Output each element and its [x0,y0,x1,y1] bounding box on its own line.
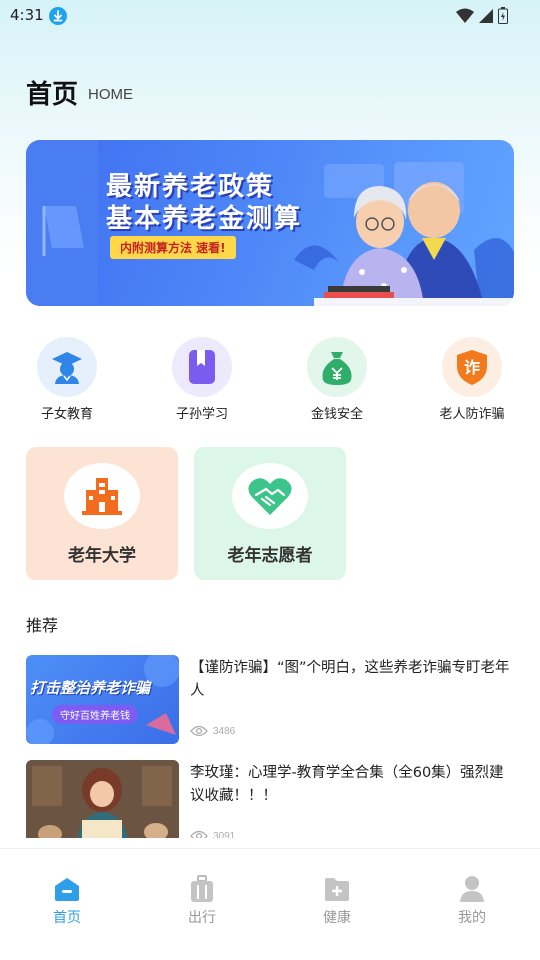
tab-mine[interactable]: 我的 [432,875,512,927]
medical-folder-icon [323,875,351,903]
senior-volunteer-card[interactable]: 老年志愿者 [194,447,346,580]
view-count-value: 3486 [213,725,236,737]
elderly-couple-illustration [294,162,514,306]
view-count: 3486 [190,725,235,737]
quick-link-label: 老人防诈骗 [439,407,505,422]
quick-link-label: 金钱安全 [310,407,363,422]
building-icon [64,463,140,529]
money-bag-icon [307,337,367,397]
article-thumbnail: 打击整治养老诈骗 守好百姓养老钱 [26,655,179,744]
svg-text:诈: 诈 [464,358,480,377]
card-label: 老年大学 [68,546,136,566]
quick-link-money-safety[interactable]: 金钱安全 [292,337,382,422]
bookmark-book-icon [172,337,232,397]
user-icon [458,875,486,903]
status-time: 4:31 [10,6,44,24]
signal-icon [479,8,493,23]
senior-university-card[interactable]: 老年大学 [26,447,178,580]
article-title: 【谨防诈骗】“图”个明白，这些养老诈骗专盯老年人 [190,660,510,699]
heart-handshake-icon [232,463,308,529]
tab-home[interactable]: 首页 [27,875,107,927]
banner-headline-2: 基本养老金测算 [106,204,303,234]
tab-travel[interactable]: 出行 [162,875,242,927]
status-icons [456,7,508,24]
policy-banner[interactable]: 最新养老政策 基本养老金测算 内附测算方法 速看! [26,140,514,306]
page-title: 首页 [26,80,79,110]
thumbnail-subline: 守好百姓养老钱 [52,705,138,724]
download-icon [49,7,67,25]
tab-label: 我的 [458,910,486,926]
banner-tag: 内附测算方法 速看! [110,236,236,259]
status-bar: 4:31 [0,0,540,32]
recommend-list: 打击整治养老诈骗 守好百姓养老钱 【谨防诈骗】“图”个明白，这些养老诈骗专盯老年… [0,650,540,838]
quick-link-anti-fraud[interactable]: 诈 老人防诈骗 [427,337,517,422]
luggage-icon [188,875,216,903]
eye-icon [190,725,208,737]
quick-link-label: 子女教育 [40,407,93,422]
section-title-recommend: 推荐 [26,616,59,635]
quick-link-label: 子孙学习 [175,407,228,422]
article-thumbnail [26,760,179,838]
battery-icon [498,7,508,24]
quick-link-grandchild-study[interactable]: 子孙学习 [157,337,247,422]
home-icon [53,875,81,903]
tab-health[interactable]: 健康 [297,875,377,927]
view-count-value: 3091 [213,830,236,839]
quick-link-child-education[interactable]: 子女教育 [22,337,112,422]
flag-icon [42,206,84,256]
tab-label: 首页 [53,910,81,926]
thumbnail-headline: 打击整治养老诈骗 [30,679,151,697]
wifi-icon [456,8,474,23]
list-item[interactable]: 李玫瑾：心理学-教育学全合集（全60集）强烈建议收藏！！！ 3091 [26,760,514,838]
bottom-tab-bar: 首页 出行 健康 我的 [0,848,540,960]
page-subtitle: HOME [88,86,133,103]
eye-icon [190,830,208,838]
card-label: 老年志愿者 [227,546,313,566]
anti-fraud-shield-icon: 诈 [442,337,502,397]
tab-label: 出行 [188,910,216,926]
article-title: 李玫瑾：心理学-教育学全合集（全60集）强烈建议收藏！！！ [190,765,504,804]
tab-label: 健康 [323,910,351,926]
list-item[interactable]: 打击整治养老诈骗 守好百姓养老钱 【谨防诈骗】“图”个明白，这些养老诈骗专盯老年… [26,655,514,745]
view-count: 3091 [190,830,235,838]
graduate-icon [37,337,97,397]
